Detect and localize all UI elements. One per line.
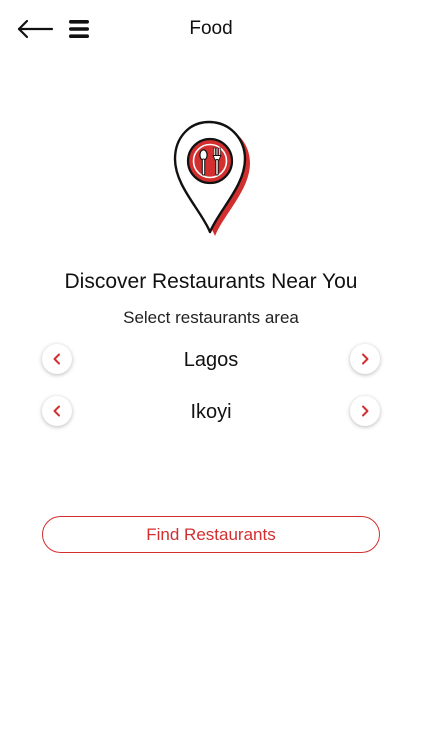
restaurant-location-pin-icon: [164, 118, 256, 242]
page-title: Food: [189, 18, 233, 39]
city-next-button[interactable]: [350, 344, 380, 374]
area-value: Ikoyi: [190, 401, 232, 423]
chevron-right-icon: [362, 353, 369, 365]
area-prev-button[interactable]: [42, 396, 72, 426]
chevron-left-icon: [53, 353, 60, 365]
area-selector: Ikoyi: [38, 394, 384, 430]
headline: Discover Restaurants Near You: [64, 270, 358, 293]
find-restaurants-button[interactable]: Find Restaurants: [42, 516, 380, 553]
chevron-left-icon: [53, 405, 60, 417]
area-next-button[interactable]: [350, 396, 380, 426]
city-prev-button[interactable]: [42, 344, 72, 374]
city-value: Lagos: [183, 349, 239, 371]
app-header: Food: [0, 0, 422, 58]
city-selector: Lagos: [38, 342, 384, 378]
subline: Select restaurants area: [123, 308, 299, 327]
chevron-right-icon: [362, 405, 369, 417]
